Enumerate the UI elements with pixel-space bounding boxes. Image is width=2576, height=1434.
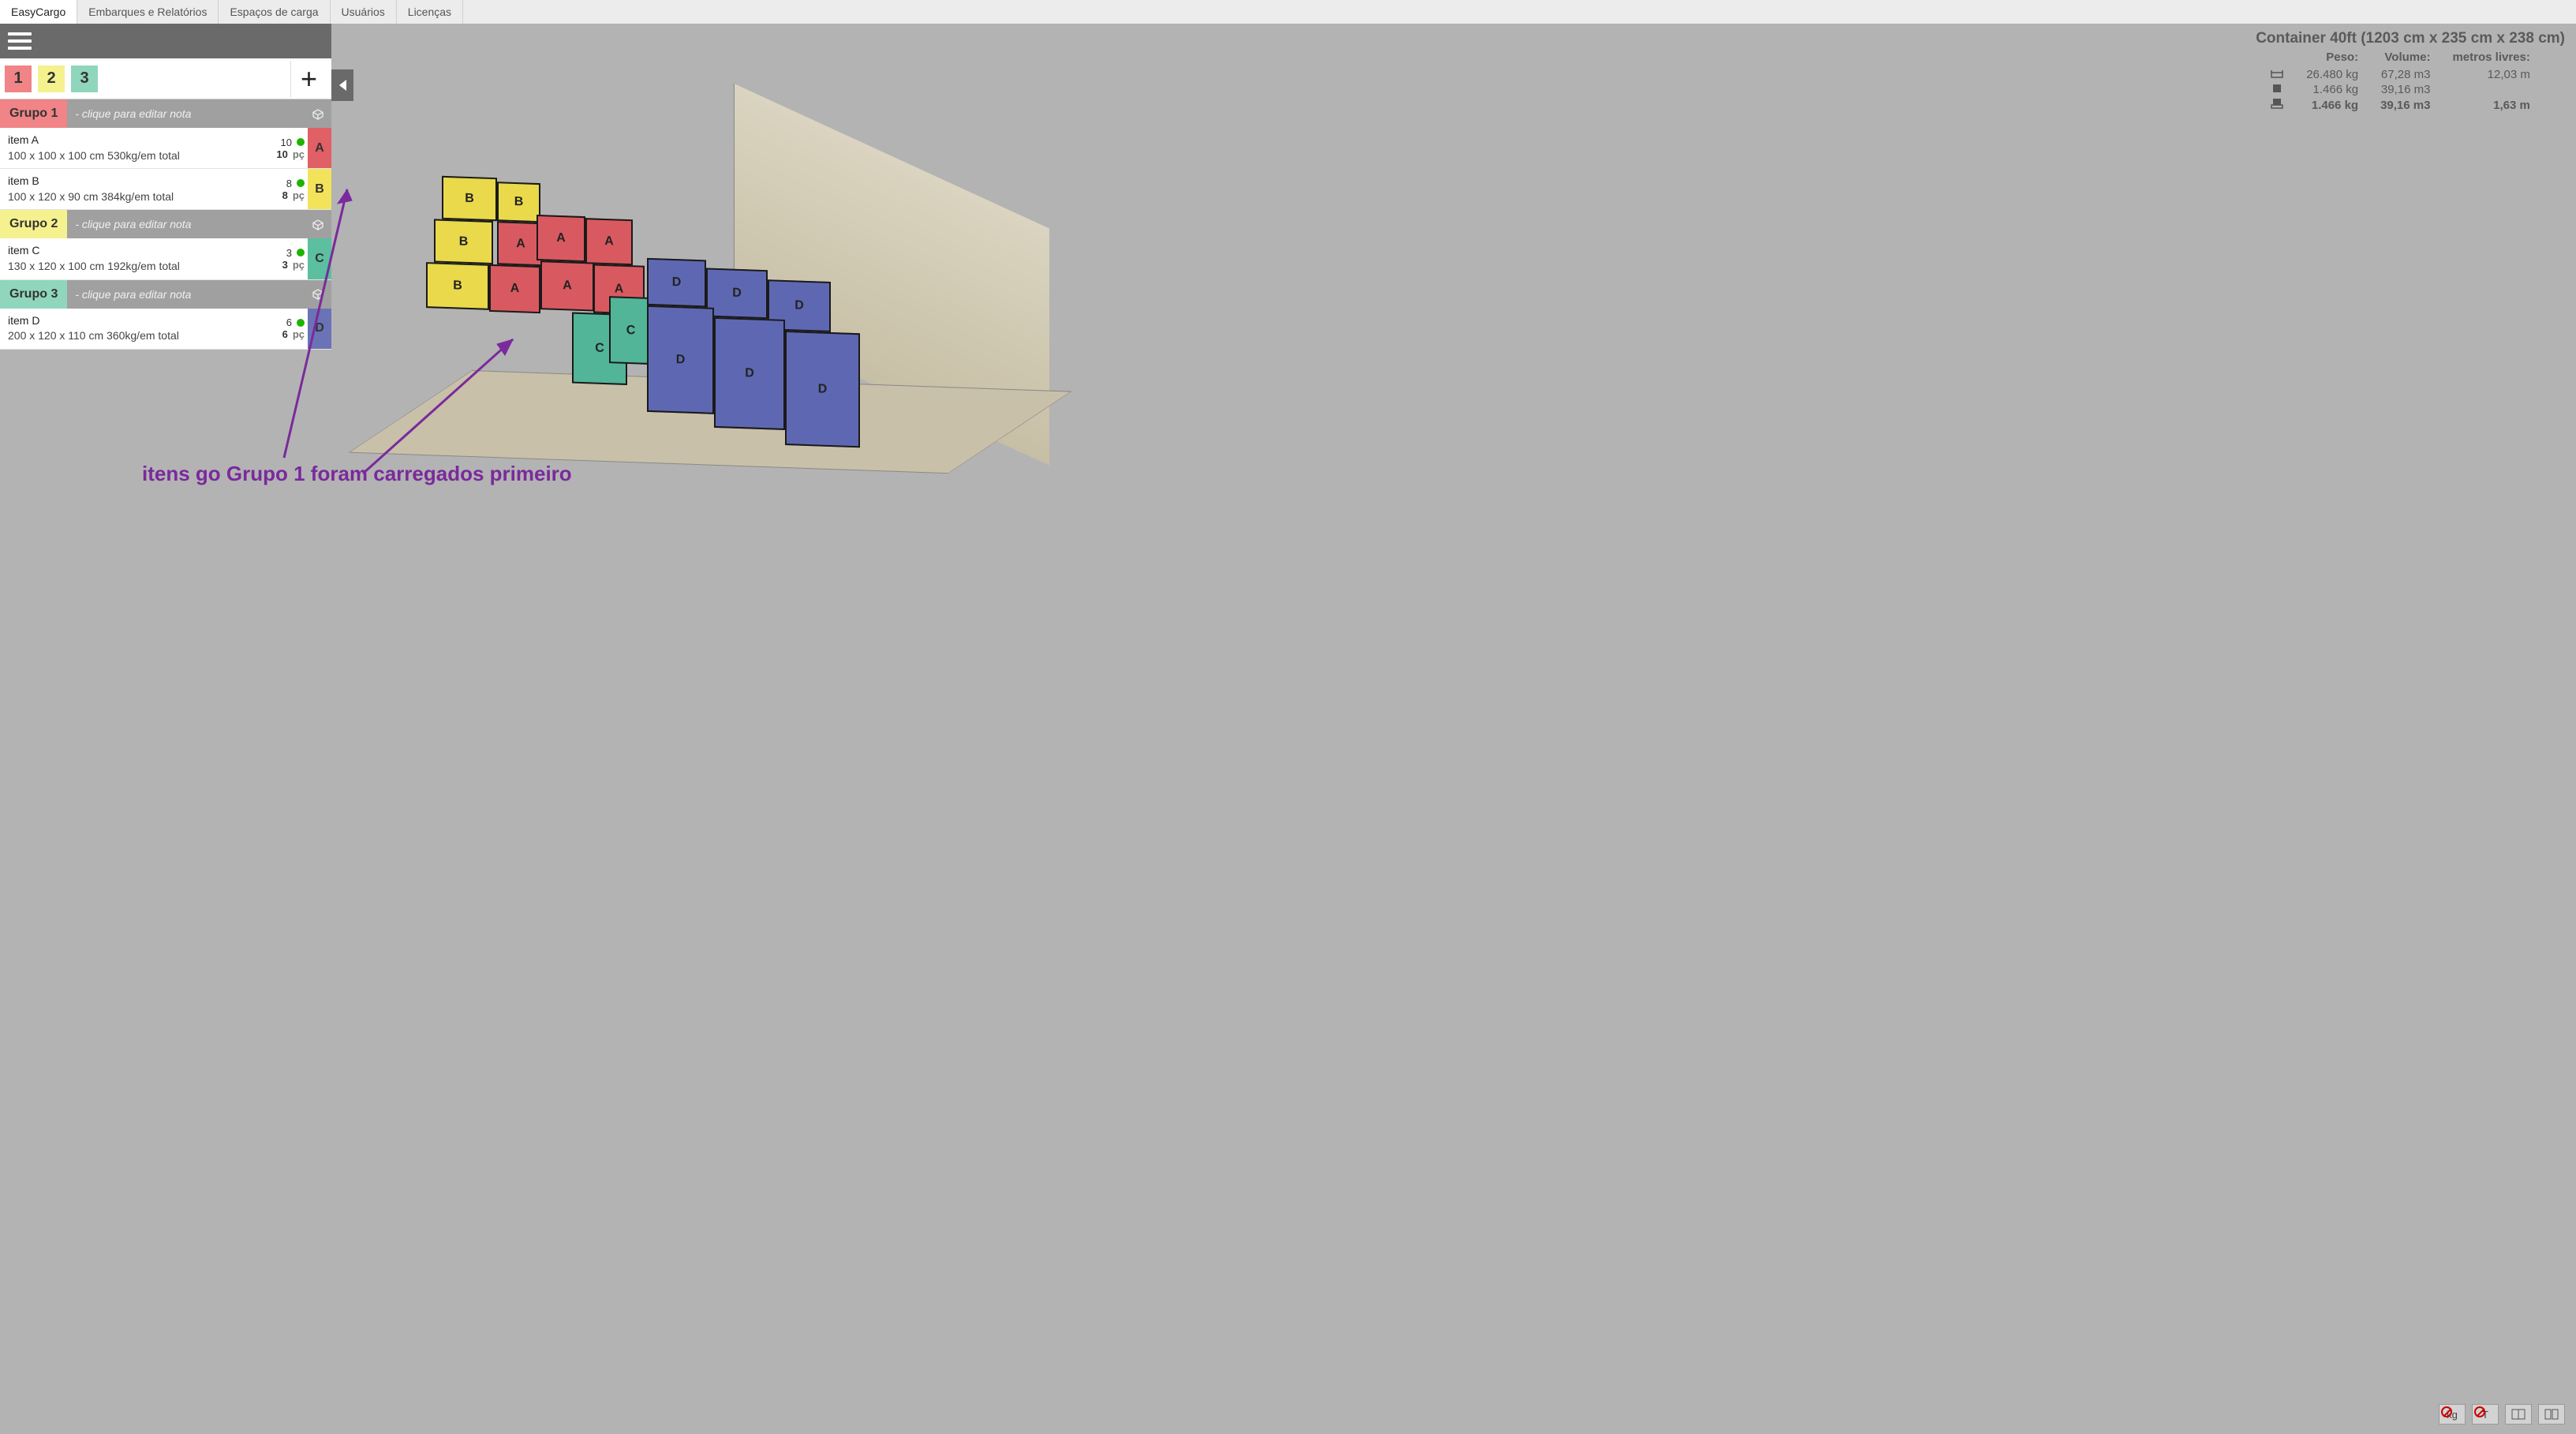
cargo-box-A[interactable]: A (540, 260, 594, 311)
container-stats: Container 40ft (1203 cm x 235 cm x 238 c… (2256, 30, 2565, 113)
status-dot-icon (297, 138, 305, 146)
cargo-box-D[interactable]: D (714, 317, 785, 430)
stats-header-livres: metros livres: (2438, 51, 2537, 67)
group-name: Grupo 3 (0, 280, 67, 309)
add-priority-button[interactable]: + (290, 61, 327, 97)
item-dims: 130 x 120 x 100 cm 192kg/em total (8, 259, 248, 275)
cargo-box-B[interactable]: B (497, 182, 540, 223)
sidebar-header (0, 24, 331, 58)
item-loaded-count: 10 (281, 137, 292, 148)
stats-peso: 26.480 kg (2292, 67, 2366, 82)
item-name: item A (8, 133, 248, 148)
priority-tab-2[interactable]: 2 (38, 66, 65, 92)
view-mode-a-button[interactable] (2505, 1404, 2532, 1425)
stats-row: 1.466 kg39,16 m3 (2256, 82, 2538, 97)
grid-icon (2511, 1409, 2526, 1420)
top-nav: EasyCargoEmbarques e RelatóriosEspaços d… (0, 0, 2576, 24)
stats-volume: 39,16 m3 (2366, 97, 2438, 113)
cargo-box-A[interactable]: A (585, 218, 633, 265)
menu-icon[interactable] (8, 29, 32, 53)
cargo-box-D[interactable]: D (785, 331, 860, 447)
cargo-box-B[interactable]: B (442, 176, 497, 221)
cargo-box-A[interactable]: A (489, 264, 540, 313)
cargo-icon (2270, 83, 2284, 96)
nav-tab-0[interactable]: EasyCargo (0, 0, 77, 24)
annotation-text: itens go Grupo 1 foram carregados primei… (142, 462, 572, 486)
stats-livres: 1,63 m (2438, 97, 2537, 113)
cargo-box-B[interactable]: B (434, 219, 493, 264)
priority-tab-3[interactable]: 3 (71, 66, 98, 92)
item-name: item B (8, 174, 248, 189)
group-name: Grupo 1 (0, 99, 67, 128)
item-info: item C130 x 120 x 100 cm 192kg/em total (0, 238, 256, 279)
group-cube-icon[interactable] (305, 107, 331, 120)
stats-row: 26.480 kg67,28 m312,03 m (2256, 67, 2538, 82)
item-color-tag[interactable]: A (308, 128, 331, 168)
stats-livres: 12,03 m (2438, 67, 2537, 82)
cargo-box-D[interactable]: D (647, 305, 714, 414)
grid-2-icon (2544, 1409, 2559, 1420)
group-name: Grupo 2 (0, 210, 67, 238)
nav-tab-1[interactable]: Embarques e Relatórios (77, 0, 219, 24)
item-name: item C (8, 243, 248, 259)
nav-tab-2[interactable]: Espaços de carga (219, 0, 330, 24)
item-total-count: 10 (276, 148, 287, 160)
container-icon (2270, 68, 2284, 81)
toggle-weight-t-button[interactable]: T (2472, 1404, 2499, 1425)
stage: BBBBAAAAAACCDDDDDD itens go Grupo 1 fora… (0, 24, 2576, 1434)
toggle-weight-kg-button[interactable]: kg (2439, 1404, 2466, 1425)
stats-volume: 39,16 m3 (2366, 82, 2438, 97)
item-name: item D (8, 313, 248, 329)
item-dims: 100 x 100 x 100 cm 530kg/em total (8, 148, 248, 164)
stats-table: Peso: Volume: metros livres: 26.480 kg67… (2256, 51, 2538, 113)
loaded-icon (2270, 98, 2284, 112)
stats-volume: 67,28 m3 (2366, 67, 2438, 82)
stats-row: 1.466 kg39,16 m31,63 m (2256, 97, 2538, 113)
cargo-box-C[interactable]: C (609, 296, 652, 365)
item-info: item D200 x 120 x 110 cm 360kg/em total (0, 309, 256, 349)
item-dims: 100 x 120 x 90 cm 384kg/em total (8, 189, 248, 205)
item-unit: pç (293, 148, 305, 160)
item-row[interactable]: item A100 x 100 x 100 cm 530kg/em total1… (0, 128, 331, 169)
priority-tab-1[interactable]: 1 (5, 66, 32, 92)
view-toolbar: kg T (2439, 1404, 2565, 1425)
cargo-box-D[interactable]: D (647, 258, 706, 308)
stats-livres (2438, 82, 2537, 97)
cargo-box-A[interactable]: A (537, 215, 585, 262)
stats-peso: 1.466 kg (2292, 82, 2366, 97)
nav-tab-3[interactable]: Usuários (331, 0, 397, 24)
item-info: item B100 x 120 x 90 cm 384kg/em total (0, 169, 256, 209)
cargo-box-D[interactable]: D (706, 268, 768, 319)
item-meta: 10 10 pç (256, 128, 308, 168)
stats-header-peso: Peso: (2292, 51, 2366, 67)
group-note[interactable]: clique para editar nota (67, 107, 305, 120)
container-title: Container 40ft (1203 cm x 235 cm x 238 c… (2256, 30, 2565, 47)
stats-peso: 1.466 kg (2292, 97, 2366, 113)
item-dims: 200 x 120 x 110 cm 360kg/em total (8, 328, 248, 344)
stats-header-volume: Volume: (2366, 51, 2438, 67)
collapse-panel-button[interactable] (331, 69, 353, 101)
item-info: item A100 x 100 x 100 cm 530kg/em total (0, 128, 256, 168)
group-header-1[interactable]: Grupo 1clique para editar nota (0, 99, 331, 128)
priority-tab-row: 123 + (0, 58, 331, 99)
nav-tab-4[interactable]: Licenças (397, 0, 463, 24)
view-mode-b-button[interactable] (2538, 1404, 2565, 1425)
